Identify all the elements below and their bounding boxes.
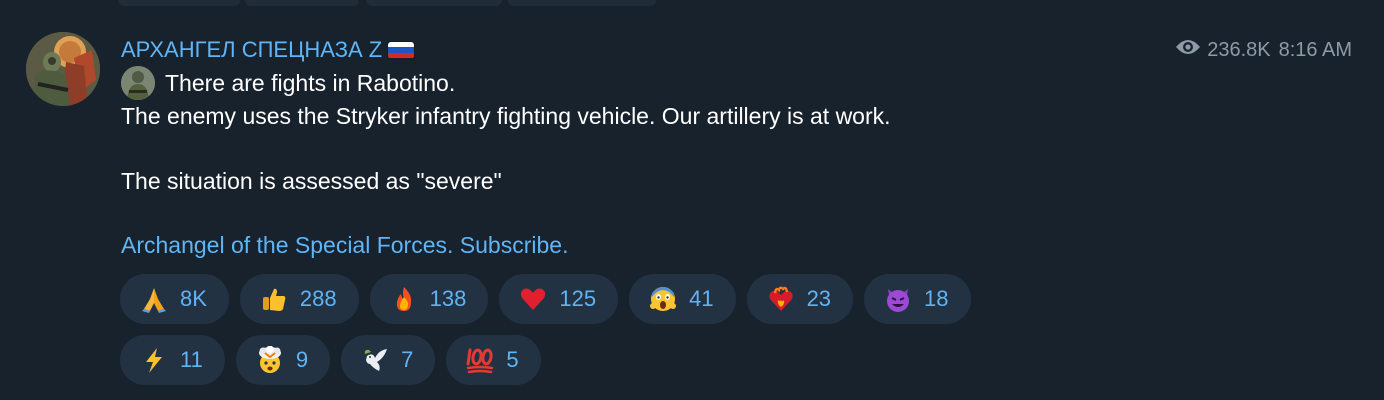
message-text: There are fights in Rabotino. The enemy … [121,66,1321,198]
message-meta: 236.8K 8:16 AM [1175,37,1352,63]
reaction-count: 41 [689,286,714,311]
reactions-bar: 8K 288 138 125 41 23 18 11 9 7 5 [120,274,1120,396]
reaction-count: 7 [401,347,414,372]
reaction-count: 125 [559,286,597,311]
channel-avatar[interactable] [26,32,100,106]
soldier-emoji-icon [121,66,155,101]
smiling-devil-icon [884,285,912,313]
reaction-count: 11 [180,347,203,372]
reaction-hundred-points[interactable]: 5 [446,335,541,385]
reaction-red-heart[interactable]: 125 [499,274,619,324]
channel-name-label: АРХАНГЕЛ СПЕЦНАЗА Z [121,37,383,62]
reaction-lightning[interactable]: 11 [120,335,225,385]
message-line-1: There are fights in Rabotino. [165,70,456,96]
reaction-count: 18 [924,286,949,311]
reaction-thumbs-up[interactable]: 288 [239,274,359,324]
reaction-smiling-devil[interactable]: 18 [864,274,971,324]
reactions-row: 11 9 7 5 [120,335,1120,385]
thumbs-up-icon [260,285,288,313]
message-line: The situation is assessed as "severe" [121,165,1321,198]
reaction-count: 8K [180,286,207,311]
reaction-heart-on-fire[interactable]: 23 [746,274,854,324]
lightning-icon [140,346,168,374]
channel-name[interactable]: АРХАНГЕЛ СПЕЦНАЗА Z [121,36,415,64]
view-count: 236.8K [1207,39,1271,61]
russia-flag-icon [388,41,415,59]
reaction-count: 288 [299,286,337,311]
reactions-row: 8K 288 138 125 41 23 18 [120,274,1120,324]
fire-icon [390,285,418,313]
reaction-folded-hands[interactable]: 8K [120,274,229,324]
folded-hands-icon [140,285,168,313]
red-heart-icon [519,285,547,313]
exploding-head-icon [256,346,284,374]
message-line: The enemy uses the Stryker infantry figh… [121,100,1321,133]
previous-message-edge [0,0,1384,6]
hundred-points-icon [466,346,494,374]
heart-on-fire-icon [767,285,795,313]
reaction-screaming-face[interactable]: 41 [629,274,736,324]
subscribe-link[interactable]: Archangel of the Special Forces. Subscri… [121,229,568,261]
message-line: There are fights in Rabotino. [121,66,1321,101]
eye-icon [1175,37,1201,63]
message-time: 8:16 AM [1278,39,1352,61]
dove-icon [361,346,389,374]
reaction-count: 138 [429,286,467,311]
reaction-count: 23 [806,286,832,311]
message-line-4: The situation is assessed as "severe" [121,167,502,194]
reaction-fire[interactable]: 138 [369,274,489,324]
reaction-count: 9 [295,347,309,372]
reaction-count: 5 [506,347,519,372]
reaction-dove[interactable]: 7 [341,335,436,385]
reaction-exploding-head[interactable]: 9 [235,335,331,385]
screaming-face-icon [649,285,677,313]
message-line-2: The enemy uses the Stryker infantry figh… [121,102,891,129]
